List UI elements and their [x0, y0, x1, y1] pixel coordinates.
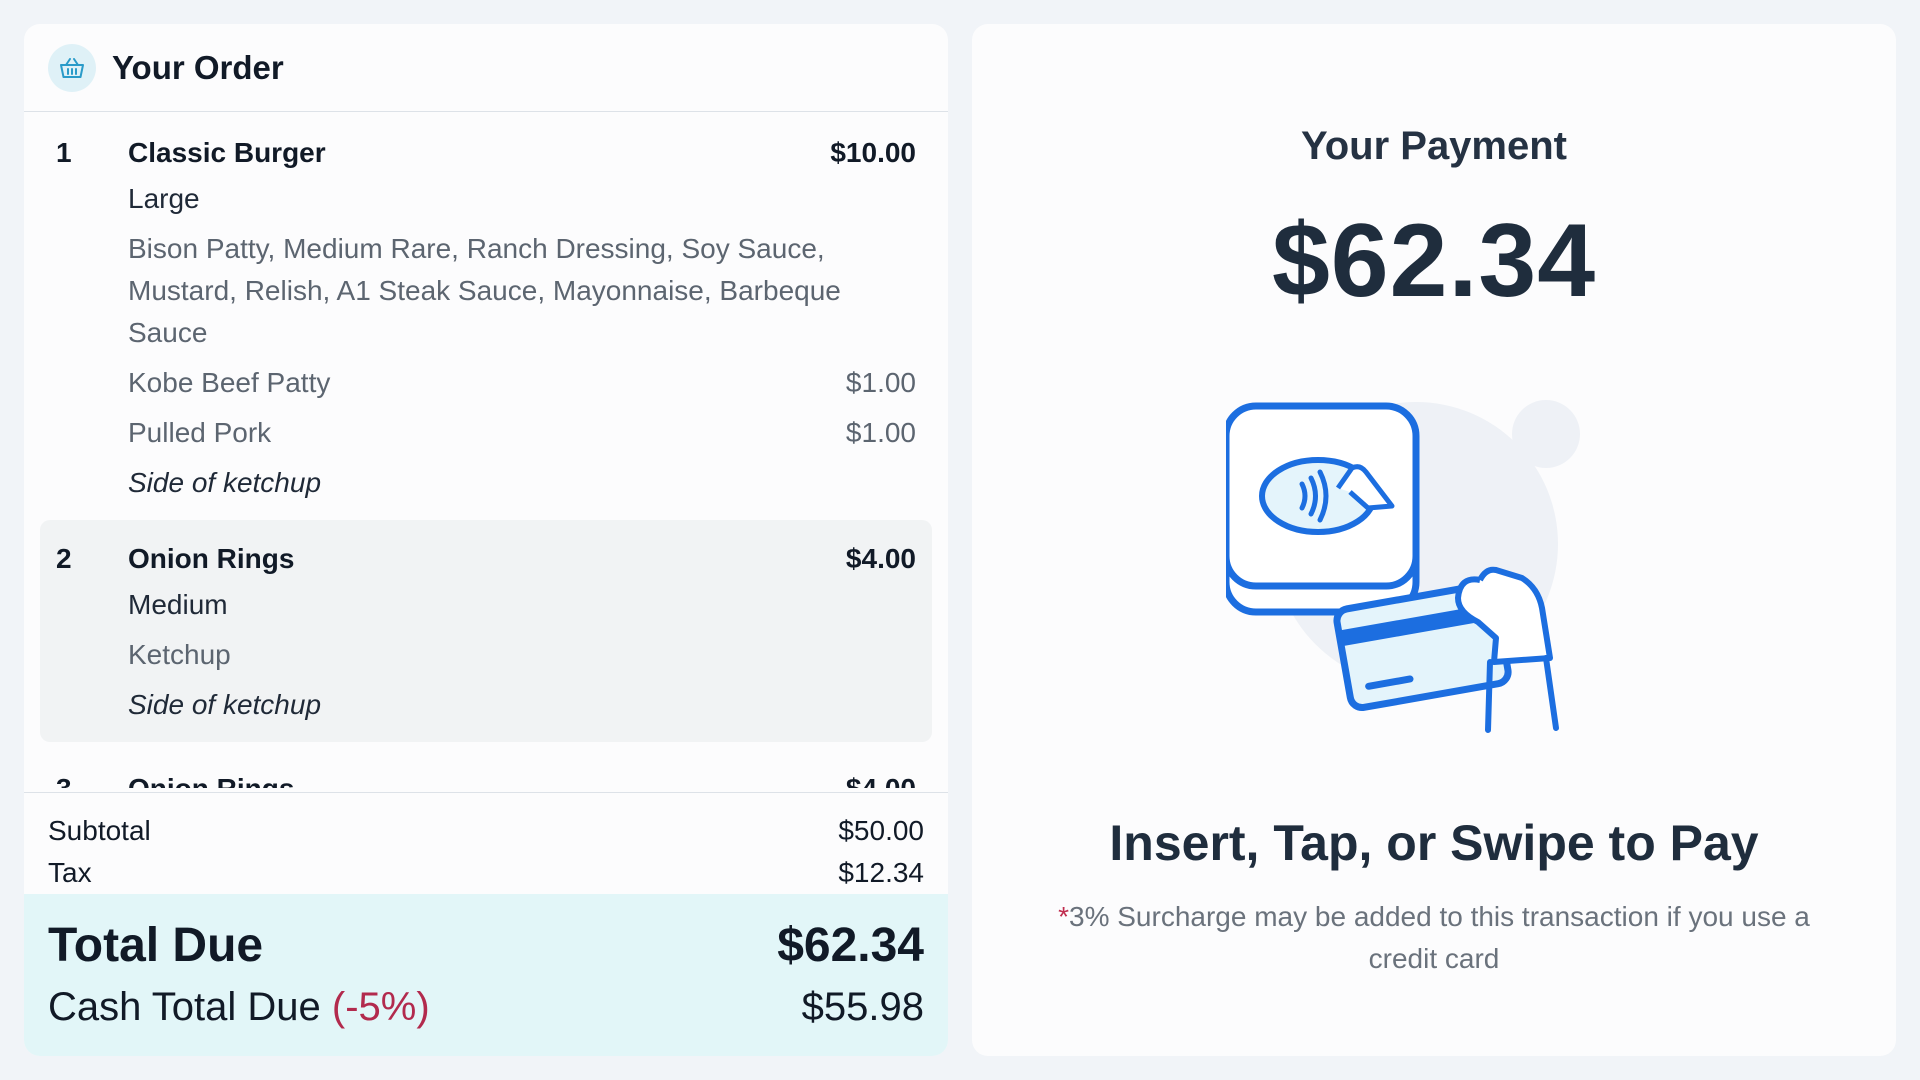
- order-title: Your Order: [112, 48, 284, 86]
- cash-total-text: Cash Total Due: [48, 985, 321, 1029]
- payment-amount: $62.34: [1271, 203, 1597, 319]
- item-name: Onion Rings: [128, 543, 295, 574]
- tax-value: $12.34: [838, 857, 924, 888]
- item-note: Side of ketchup: [128, 467, 322, 498]
- item-size: Medium: [128, 589, 228, 620]
- total-due-label: Total Due: [48, 919, 264, 972]
- surcharge-text: 3% Surcharge may be added to this transa…: [1069, 901, 1810, 974]
- item-size: Large: [128, 183, 200, 214]
- subtotal-value: $50.00: [838, 815, 924, 846]
- payment-panel: Your Payment $62.34 Insert, Tap, or Swip…: [972, 24, 1896, 1056]
- card-reader-illustration: [1222, 376, 1646, 766]
- payment-title: Your Payment: [1301, 124, 1567, 168]
- order-header: Your Order: [24, 24, 948, 112]
- order-item[interactable]: 3 Onion Rings $4.00: [56, 768, 916, 788]
- item-name: Classic Burger: [128, 137, 326, 168]
- order-panel: Your Order 1 Classic Burger $10.00 Large…: [24, 24, 948, 1056]
- total-due-value: $62.34: [777, 919, 924, 972]
- divider: [24, 792, 948, 793]
- subtotals: Subtotal $50.00 Tax $12.34: [48, 810, 924, 894]
- item-addon: Kobe Beef Patty $1.00: [128, 362, 916, 404]
- item-price: $4.00: [846, 768, 916, 788]
- item-note: Side of ketchup: [128, 689, 322, 720]
- addon-price: $1.00: [845, 417, 916, 448]
- surcharge-notice: *3% Surcharge may be added to this trans…: [1052, 896, 1816, 980]
- item-name: Onion Rings: [128, 768, 846, 788]
- item-number: 1: [56, 137, 72, 168]
- total-due-box: Total Due $62.34 Cash Total Due (-5%) $5…: [24, 894, 948, 1056]
- item-modifiers: Ketchup: [128, 639, 231, 670]
- tax-label: Tax: [48, 857, 92, 888]
- subtotal-label: Subtotal: [48, 815, 151, 846]
- payment-instruction: Insert, Tap, or Swipe to Pay: [1109, 815, 1759, 871]
- order-item[interactable]: 1 Classic Burger $10.00 Large Bison Patt…: [40, 114, 932, 520]
- cash-discount: (-5%): [331, 985, 430, 1029]
- order-item[interactable]: 2 Onion Rings $4.00 Medium Ketchup Side …: [40, 520, 932, 742]
- addon-name: Pulled Pork: [128, 417, 272, 448]
- item-number: 2: [56, 543, 72, 574]
- item-number: 3: [56, 768, 128, 788]
- cash-total-label: Cash Total Due (-5%): [48, 978, 430, 1036]
- addon-price: $1.00: [845, 367, 916, 398]
- basket-icon: [48, 43, 96, 92]
- order-items-list[interactable]: 1 Classic Burger $10.00 Large Bison Patt…: [24, 114, 948, 792]
- addon-name: Kobe Beef Patty: [128, 367, 331, 398]
- cash-total-value: $55.98: [801, 985, 924, 1029]
- surcharge-asterisk: *: [1058, 901, 1069, 932]
- item-price: $4.00: [845, 543, 916, 574]
- item-modifiers: Bison Patty, Medium Rare, Ranch Dressing…: [128, 233, 841, 348]
- item-addon: Pulled Pork $1.00: [128, 412, 916, 454]
- item-price: $10.00: [830, 137, 916, 168]
